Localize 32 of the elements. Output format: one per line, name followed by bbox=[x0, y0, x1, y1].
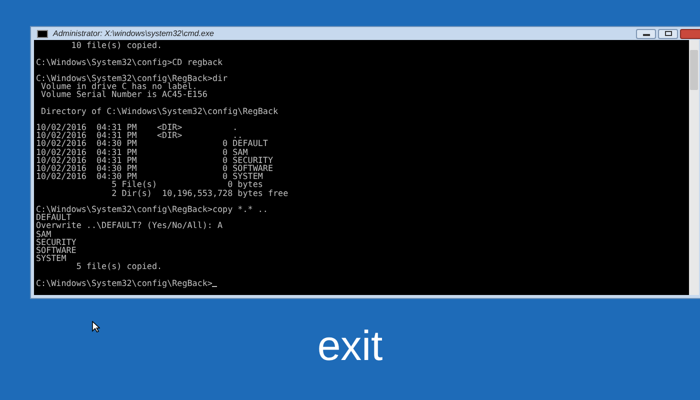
console-line: 10/02/2016 04:31 PM 0 SECURITY bbox=[36, 156, 273, 164]
console-line: C:\Windows\System32\config\RegBack> bbox=[36, 278, 212, 287]
caption: exit bbox=[317, 325, 383, 367]
console-line: Overwrite ..\DEFAULT? (Yes/No/All): A bbox=[36, 221, 223, 230]
close-button[interactable] bbox=[680, 28, 700, 39]
console-line: DEFAULT bbox=[36, 213, 72, 222]
console-line: C:\Windows\System32\config\RegBack>dir bbox=[36, 74, 228, 82]
window-title: Administrator: X:\windows\system32\cmd.exe bbox=[53, 30, 214, 38]
scrollbar[interactable] bbox=[689, 40, 699, 295]
console-line: 10/02/2016 04:30 PM 0 DEFAULT bbox=[36, 139, 268, 148]
console-line: SOFTWARE bbox=[36, 246, 76, 254]
console-line: 10/02/2016 04:31 PM <DIR> .. bbox=[36, 131, 243, 140]
console-line: SYSTEM bbox=[36, 254, 66, 262]
console-line: 5 file(s) copied. bbox=[75, 262, 162, 270]
mouse-pointer-icon bbox=[92, 321, 100, 333]
console-line: 10/02/2016 04:31 PM 0 SAM bbox=[36, 148, 248, 156]
console-line: Directory of C:\Windows\System32\config\RegBack bbox=[40, 106, 278, 115]
console-line: C:\Windows\System32\config>CD regback bbox=[36, 58, 223, 66]
console-line: 2 Dir(s) 10,196,553,728 bytes free bbox=[110, 188, 288, 197]
console-line: 10/02/2016 04:31 PM <DIR> . bbox=[36, 123, 238, 132]
console-line: C:\Windows\System32\config\RegBack>copy *.* .. bbox=[36, 204, 268, 214]
console-line: SAM bbox=[36, 230, 52, 238]
console-line: 10 file(s) copied. bbox=[70, 41, 162, 50]
console-line: Volume in drive C has no label. bbox=[41, 82, 198, 90]
console-line: 5 File(s) 0 bytes bbox=[112, 180, 263, 189]
console-line: 10/02/2016 04:30 PM 0 SOFTWARE bbox=[36, 164, 273, 172]
console-line: 10/02/2016 04:30 PM 0 SYSTEM bbox=[36, 172, 263, 180]
maximize-button[interactable] bbox=[658, 28, 678, 39]
console-line: SECURITY bbox=[36, 238, 76, 246]
console-icon bbox=[37, 30, 48, 38]
minimize-button[interactable] bbox=[636, 28, 656, 39]
console-line: Volume Serial Number is AC45-E156 bbox=[40, 90, 208, 98]
